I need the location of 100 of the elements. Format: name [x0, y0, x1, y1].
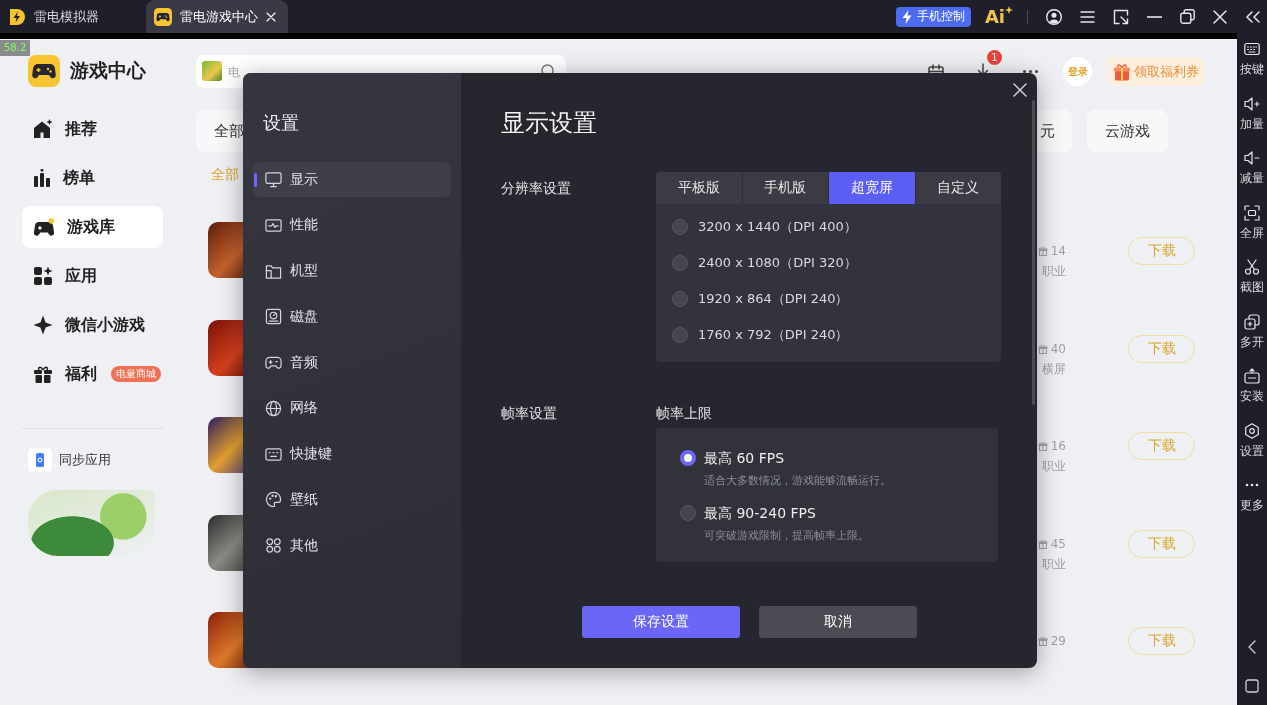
gift-icon	[1037, 636, 1048, 646]
cancel-button[interactable]: 取消	[758, 606, 917, 638]
radio-button[interactable]	[680, 450, 696, 466]
nav-item[interactable]: 榜单	[22, 157, 163, 199]
double-chevron-icon[interactable]	[1245, 10, 1260, 23]
radio-button[interactable]	[672, 219, 688, 235]
back-icon[interactable]	[1248, 640, 1256, 654]
volume-up-icon	[1244, 95, 1260, 112]
more-icon[interactable]	[1023, 70, 1038, 73]
radio-button[interactable]	[680, 505, 696, 521]
home-icon[interactable]	[1245, 679, 1259, 693]
save-button[interactable]: 保存设置	[581, 606, 740, 638]
radio-button[interactable]	[672, 327, 688, 343]
settings-nav-item[interactable]: 其他	[253, 528, 451, 563]
gift-icon	[33, 364, 53, 384]
close-icon[interactable]	[1213, 9, 1227, 24]
toolbar-button[interactable]: 安装	[1240, 368, 1264, 403]
promo-thumbnail	[202, 61, 222, 81]
app-grid-icon	[33, 266, 53, 286]
menu-icon[interactable]	[1080, 10, 1095, 23]
phone-sync-icon	[28, 448, 52, 472]
game-tag: 职业	[1042, 553, 1066, 574]
option-description: 适合大多数情况，游戏能够流畅运行。	[704, 473, 892, 489]
fps-counter: 58.2	[0, 40, 31, 56]
sparkle-icon	[1005, 5, 1013, 14]
ai-button[interactable]: Ai	[984, 5, 1013, 28]
option-label: 最高 60 FPS	[704, 449, 786, 467]
toolbar-button[interactable]: 加量	[1240, 95, 1264, 131]
four-circles-icon	[265, 537, 282, 554]
gamepad-icon	[265, 354, 282, 371]
settings-nav-item[interactable]: 快捷键	[253, 436, 451, 472]
lightning-icon	[901, 9, 912, 24]
settings-nav-item[interactable]: 壁纸	[253, 482, 451, 518]
toolbar-button[interactable]: 按键	[1240, 41, 1264, 76]
install-box-icon	[1244, 368, 1260, 384]
folder-icon	[265, 262, 282, 280]
category-tab[interactable]: 云游戏	[1087, 110, 1168, 152]
active-indicator	[254, 173, 257, 187]
gift-count: 45	[1050, 535, 1066, 553]
gamepad-logo-icon	[154, 7, 172, 26]
radio-button[interactable]	[672, 291, 688, 307]
gift-icon	[1113, 62, 1131, 81]
toolbar-button[interactable]: 减量	[1240, 150, 1264, 185]
window-arrow-icon[interactable]	[1113, 8, 1129, 25]
toolbar-button[interactable]: 设置	[1240, 422, 1264, 458]
settings-nav-item[interactable]: 磁盘	[253, 299, 451, 335]
sync-apps-button[interactable]: 同步应用	[28, 448, 111, 472]
four-point-star-icon	[33, 315, 53, 335]
monitor-pulse-icon	[265, 216, 282, 234]
resolution-tab[interactable]: 平板版	[656, 172, 742, 204]
gift-count: 16	[1050, 438, 1066, 455]
option-label: 1920 x 864（DPI 240）	[698, 290, 849, 308]
gift-icon	[1037, 343, 1048, 354]
volume-down-icon	[1244, 150, 1260, 166]
settings-nav-item[interactable]: 机型	[253, 253, 451, 289]
scrollbar[interactable]	[1032, 100, 1035, 405]
more-icon	[1244, 483, 1260, 487]
nav-item[interactable]: 游戏库	[22, 206, 163, 248]
setting-label: 帧率设置	[501, 404, 558, 423]
scissors-icon	[1244, 259, 1260, 275]
minimize-icon[interactable]	[1147, 15, 1162, 18]
phone-control-button[interactable]: 手机控制	[895, 6, 971, 27]
setting-sublabel: 帧率上限	[656, 404, 713, 423]
resolution-tab[interactable]: 超宽屏	[828, 172, 915, 204]
window-tab[interactable]: 雷电模拟器	[0, 0, 142, 33]
nav-item[interactable]: 福利 电量商城	[22, 353, 163, 395]
keyboard-icon	[1244, 41, 1260, 57]
toolbar-button[interactable]: 多开	[1240, 313, 1264, 349]
settings-nav-item[interactable]: 网络	[253, 390, 451, 426]
close-icon[interactable]	[1013, 83, 1027, 97]
settings-nav-item[interactable]: 音频	[253, 345, 451, 380]
section-heading: 显示设置	[501, 108, 598, 139]
palette-icon	[265, 491, 282, 509]
gift-count: 14	[1050, 243, 1066, 260]
gift-count: 29	[1050, 633, 1066, 650]
app-title: 游戏中心	[70, 58, 146, 83]
radio-button[interactable]	[672, 255, 688, 271]
settings-title: 设置	[263, 111, 300, 135]
nav-item[interactable]: 微信小游戏	[22, 304, 163, 346]
toolbar-button[interactable]: 截图	[1240, 259, 1264, 294]
nav-item[interactable]: 应用	[22, 255, 163, 297]
nav-item[interactable]: 推荐	[22, 108, 163, 150]
avatar-icon[interactable]	[1046, 8, 1062, 25]
settings-icon	[1244, 422, 1260, 439]
game-tag: 横屏	[1042, 358, 1066, 379]
settings-nav-item[interactable]: 性能	[253, 207, 451, 243]
keyboard-icon	[265, 445, 282, 463]
gamepad-logo-icon	[28, 55, 60, 87]
monitor-icon	[265, 171, 282, 188]
promo-badge: 电量商城	[111, 366, 161, 382]
gift-icon	[1037, 246, 1048, 256]
toolbar-button[interactable]: 全屏	[1240, 204, 1264, 240]
option-label: 3200 x 1440（DPI 400）	[698, 218, 857, 236]
restore-icon[interactable]	[1180, 9, 1195, 24]
window-tab[interactable]: 雷电游戏中心	[146, 0, 288, 33]
globe-icon	[265, 399, 282, 417]
house-icon	[33, 119, 53, 139]
settings-nav-item[interactable]: 显示	[253, 162, 451, 197]
promo-banner[interactable]	[28, 490, 155, 556]
toolbar-button[interactable]: 更多	[1240, 477, 1264, 512]
